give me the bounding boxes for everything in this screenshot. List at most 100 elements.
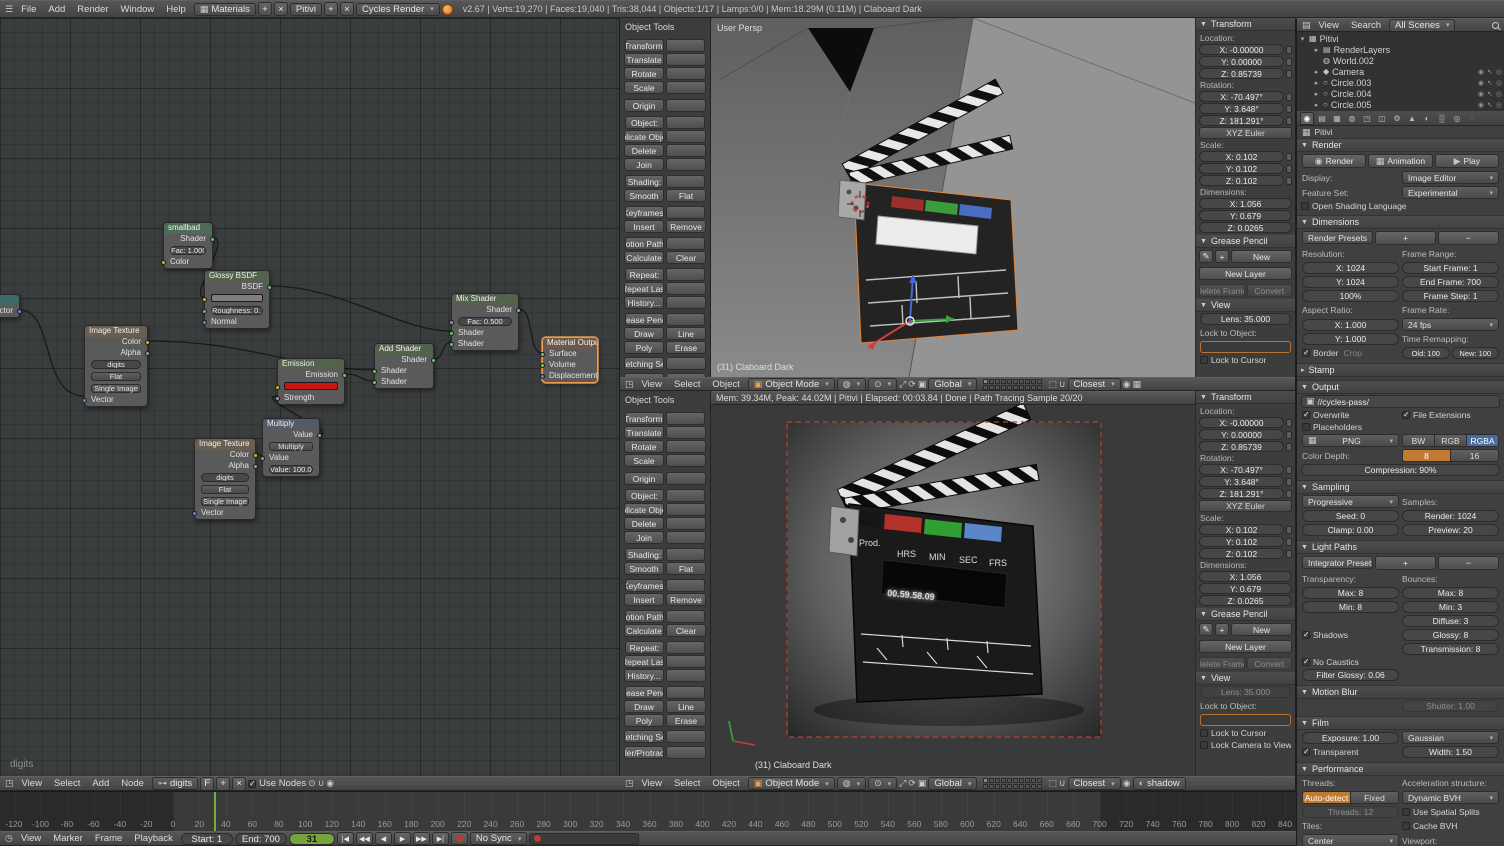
threads-count-field[interactable]: Threads: 12: [1302, 806, 1399, 818]
editor-type-icon[interactable]: ▤: [1302, 21, 1311, 30]
viewport-render-preview[interactable]: Prod. HRS MIN SEC FRS 00.59.58.09 (31) C…: [711, 405, 1195, 776]
motion-blur-panel-header[interactable]: ▼Motion Blur: [1297, 686, 1504, 699]
transform-row[interactable]: XYZ Euler: [1199, 127, 1292, 139]
editor-type-icon[interactable]: ◳: [625, 380, 634, 389]
transform-panel-header[interactable]: ▼Transform: [1196, 391, 1295, 404]
socket-out[interactable]: [342, 373, 347, 378]
tool-button[interactable]: Calculate: [624, 624, 664, 637]
tool-button[interactable]: [666, 454, 706, 467]
properties-tab[interactable]: ◎: [1450, 112, 1464, 125]
properties-tab[interactable]: ▲: [1405, 112, 1419, 125]
remove-preset-button[interactable]: −: [1438, 231, 1499, 245]
output-panel-header[interactable]: ▼Output: [1297, 381, 1504, 394]
node-group-smallbad[interactable]: smallbad Shader Fac: 1.000 Color: [163, 222, 213, 269]
menu-item[interactable]: View: [1313, 20, 1345, 31]
tool-button[interactable]: Keyframes:: [625, 206, 664, 219]
filter-width-field[interactable]: Width: 1.50: [1402, 746, 1499, 758]
tool-button[interactable]: [666, 67, 706, 80]
tool-button[interactable]: Origin: [624, 472, 664, 485]
bounces-max-field[interactable]: Max: 8: [1402, 587, 1499, 599]
close-scene-button[interactable]: ×: [340, 2, 354, 16]
add-nodetree-button[interactable]: +: [216, 777, 230, 791]
tool-button[interactable]: [666, 357, 706, 370]
animation-button[interactable]: ▦Animation: [1368, 154, 1432, 168]
transform-row[interactable]: Z: 0.0265: [1199, 222, 1292, 233]
properties-tab[interactable]: ◐: [1420, 112, 1434, 125]
properties-tab[interactable]: ⚙: [1390, 112, 1404, 125]
menu-item[interactable]: Playback: [128, 833, 179, 844]
editor-type-icon[interactable]: ◷: [5, 834, 13, 843]
tool-button[interactable]: [666, 206, 705, 219]
close-layout-button[interactable]: ×: [274, 2, 288, 16]
tool-button[interactable]: [666, 669, 706, 682]
tool-button[interactable]: Motion Paths:: [625, 610, 664, 623]
node-title[interactable]: Mapping: [0, 295, 19, 306]
fake-user-button[interactable]: F: [200, 777, 214, 791]
tool-button[interactable]: Object:: [625, 116, 664, 129]
translate-manipulator-icon[interactable]: ⤢: [899, 380, 906, 389]
viewport-3d[interactable]: User Persp (31) Claboard Dark: [711, 18, 1195, 377]
transform-row[interactable]: Y: 3.648°: [1199, 476, 1292, 487]
transform-row[interactable]: Y: 0.00000: [1199, 56, 1292, 67]
node-math-multiply[interactable]: Multiply Value Multiply Value Value: 100…: [262, 418, 320, 477]
node-tree-select[interactable]: ⊶digits: [152, 777, 198, 790]
gp-add-button[interactable]: +: [1215, 250, 1229, 263]
lock-icon[interactable]: [1286, 478, 1292, 486]
scale-manipulator-icon[interactable]: ▣: [918, 380, 927, 389]
snap-icon[interactable]: ∪: [318, 779, 325, 788]
menu-item[interactable]: Add: [86, 778, 115, 789]
transform-row[interactable]: Y: 0.679: [1199, 583, 1292, 594]
tool-button[interactable]: [666, 503, 706, 516]
start-frame-field[interactable]: Start: 1: [181, 833, 233, 845]
tool-button[interactable]: Line: [666, 327, 706, 340]
opengl-render-icon[interactable]: ◉: [1123, 779, 1131, 788]
transform-row[interactable]: Y: 0.102: [1199, 163, 1292, 174]
tool-button[interactable]: Use Sketching Sessions: [624, 730, 664, 743]
lock-to-cursor-toggle[interactable]: Lock to Cursor: [1196, 354, 1295, 366]
tool-button[interactable]: [666, 686, 705, 699]
crop-label[interactable]: Crop: [1344, 348, 1362, 358]
transform-row[interactable]: Z: 181.291°: [1199, 488, 1292, 499]
tool-button[interactable]: Erase: [666, 341, 706, 354]
lock-icon[interactable]: [1286, 117, 1292, 125]
compression-slider[interactable]: Compression: 90%: [1301, 464, 1500, 476]
viewport-shading-select[interactable]: ◍▾: [837, 378, 866, 391]
render-panel-header[interactable]: ▼Render: [1297, 139, 1504, 152]
menu-item[interactable]: Marker: [47, 833, 89, 844]
tool-button[interactable]: Repeat:: [625, 641, 664, 654]
play-reverse-button[interactable]: ◀: [375, 832, 392, 845]
gp-new-layer-button[interactable]: New Layer: [1199, 640, 1292, 653]
view-panel-header[interactable]: ▼View: [1196, 672, 1295, 685]
tool-button[interactable]: Remove: [666, 220, 706, 233]
grease-pencil-panel-header[interactable]: ▼Grease Pencil: [1196, 608, 1295, 621]
menu-item[interactable]: Object: [706, 379, 745, 390]
threads-mode-toggle[interactable]: Auto-detectFixed: [1302, 791, 1399, 804]
outliner-item[interactable]: ▾ ▦ Pitivi ◉↖◎: [1299, 33, 1502, 44]
translate-manipulator-icon[interactable]: ⤢: [899, 779, 906, 788]
aspect-x-field[interactable]: X: 1.000: [1302, 319, 1399, 331]
tool-button[interactable]: [666, 81, 706, 94]
snap-element-select[interactable]: Closest▾: [1068, 777, 1121, 790]
start-frame-field[interactable]: Start Frame: 1: [1402, 262, 1499, 274]
snap-magnet-icon[interactable]: ∪: [1059, 779, 1066, 788]
outliner-item[interactable]: ▸ ○ Circle.003 ◉↖◎: [1299, 77, 1502, 88]
gp-add-button[interactable]: +: [1215, 623, 1229, 636]
node-add-shader[interactable]: Add Shader Shader Shader Shader: [374, 343, 434, 389]
end-frame-field[interactable]: End Frame: 700: [1402, 276, 1499, 288]
tool-button[interactable]: Grease Pencil:: [625, 686, 664, 699]
socket-in[interactable]: [260, 456, 265, 461]
menu-item[interactable]: View: [15, 833, 47, 844]
tool-button[interactable]: Smooth: [624, 189, 664, 202]
lock-icon[interactable]: [1286, 70, 1292, 78]
add-preset-button[interactable]: +: [1375, 231, 1436, 245]
tool-button[interactable]: Draw: [624, 700, 664, 713]
node-emission[interactable]: Emission Emission Strength: [277, 358, 345, 405]
menu-item[interactable]: Frame: [89, 833, 128, 844]
integrator-select[interactable]: Progressive▾: [1302, 495, 1399, 508]
tool-button[interactable]: Scale: [624, 454, 664, 467]
expand-arrow-icon[interactable]: ▸: [1313, 90, 1320, 98]
tool-button[interactable]: [666, 489, 705, 502]
tool-button[interactable]: Grease Pencil:: [625, 313, 664, 326]
menu-item[interactable]: Select: [668, 379, 706, 390]
scene-select[interactable]: Pitivi: [290, 3, 322, 16]
